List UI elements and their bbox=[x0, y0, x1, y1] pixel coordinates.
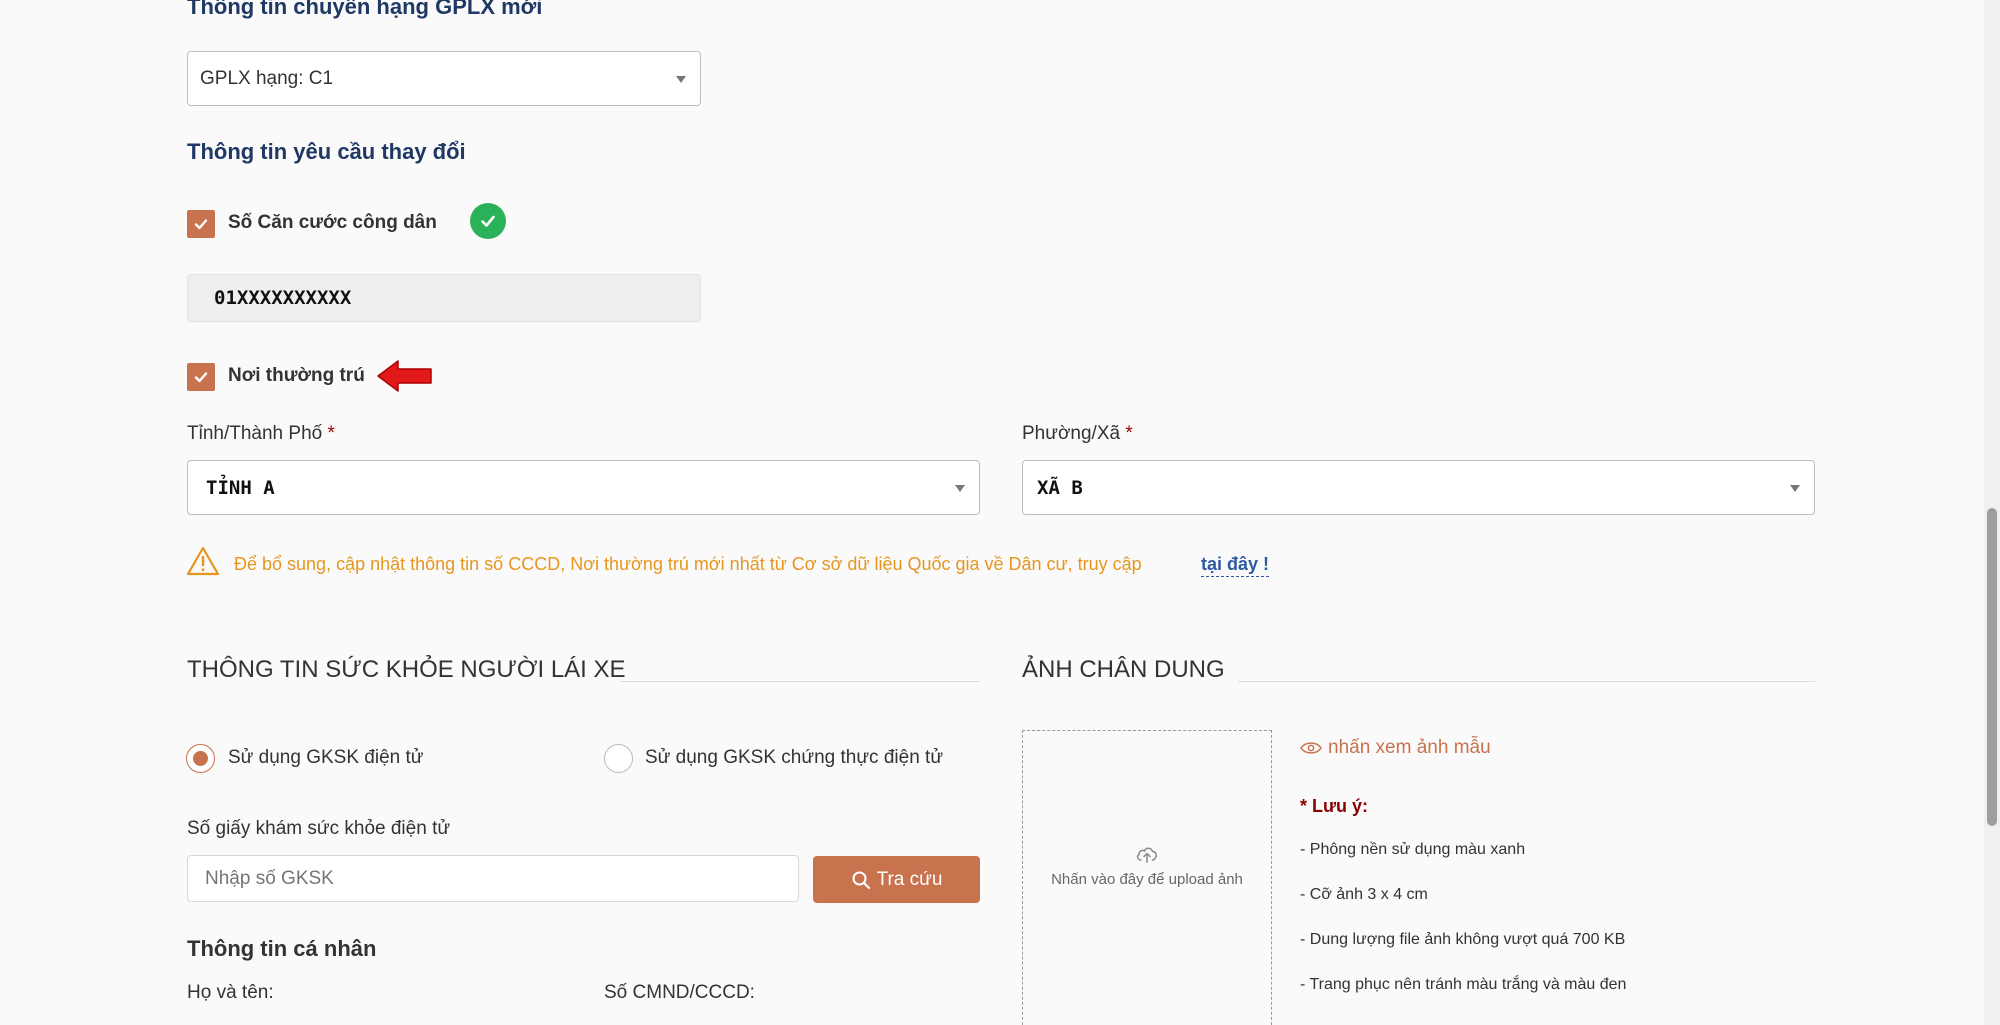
chevron-down-icon bbox=[955, 484, 965, 492]
health-heading-divider bbox=[620, 681, 980, 682]
id-label: Số CMND/CCCD: bbox=[604, 982, 755, 1003]
warning-text: Để bổ sung, cập nhật thông tin số CCCD, … bbox=[234, 554, 1142, 574]
change-request-title: Thông tin yêu cầu thay đổi bbox=[187, 139, 466, 164]
personal-info-title: Thông tin cá nhân bbox=[187, 936, 377, 961]
residence-label: Nơi thường trú bbox=[228, 365, 365, 386]
ward-select[interactable]: XÃ B bbox=[1022, 460, 1815, 515]
portrait-upload-area[interactable]: Nhấn vào đây để upload ảnh bbox=[1022, 730, 1272, 1025]
search-icon bbox=[852, 871, 870, 889]
note-title: * Lưu ý: bbox=[1300, 796, 1369, 816]
radio-electronic-label: Sử dụng GKSK điện tử bbox=[228, 747, 424, 768]
name-label: Họ và tên: bbox=[187, 982, 274, 1003]
red-arrow-icon bbox=[377, 360, 432, 392]
lookup-button[interactable]: Tra cứu bbox=[813, 856, 980, 903]
note-line: - Trang phục nên tránh màu trắng và màu … bbox=[1300, 976, 1627, 993]
residence-checkbox[interactable] bbox=[187, 363, 215, 391]
gksk-input[interactable] bbox=[187, 855, 799, 902]
radio-electronic[interactable] bbox=[186, 744, 215, 773]
cccd-checkbox[interactable] bbox=[187, 210, 215, 238]
upload-text: Nhấn vào đây để upload ảnh bbox=[1051, 871, 1243, 888]
ward-label: Phường/Xã * bbox=[1022, 423, 1133, 444]
cloud-upload-icon bbox=[1136, 847, 1157, 863]
lookup-button-label: Tra cứu bbox=[876, 868, 943, 890]
note-line: - Dung lượng file ảnh không vượt quá 700… bbox=[1300, 931, 1626, 948]
note-line: - Cỡ ảnh 3 x 4 cm bbox=[1300, 886, 1428, 903]
warning-link[interactable]: tại đây ! bbox=[1201, 554, 1270, 577]
eye-icon bbox=[1300, 742, 1322, 754]
radio-certified[interactable] bbox=[604, 744, 633, 773]
radio-certified-label: Sử dụng GKSK chứng thực điện tử bbox=[645, 747, 944, 768]
chevron-down-icon bbox=[676, 75, 686, 83]
verified-check-icon bbox=[470, 203, 506, 239]
province-value: TỈNH A bbox=[206, 476, 275, 499]
cccd-readonly-field: 01XXXXXXXXXX bbox=[187, 274, 701, 322]
warning-icon bbox=[186, 546, 220, 576]
province-label: Tỉnh/Thành Phố * bbox=[187, 423, 335, 444]
check-icon bbox=[194, 372, 208, 383]
health-section-title: THÔNG TIN SỨC KHỎE NGƯỜI LÁI XE bbox=[187, 656, 626, 683]
portrait-heading-divider bbox=[1238, 681, 1815, 682]
cccd-label: Số Căn cước công dân bbox=[228, 212, 437, 233]
license-section-title: Thông tin chuyển hạng GPLX mới bbox=[187, 0, 543, 19]
gksk-label: Số giấy khám sức khỏe điện tử bbox=[187, 818, 451, 839]
note-line: - Phông nền sử dụng màu xanh bbox=[1300, 841, 1526, 858]
check-icon bbox=[194, 219, 208, 230]
scrollbar-track[interactable] bbox=[1984, 0, 2000, 1025]
province-select[interactable]: TỈNH A bbox=[187, 460, 980, 515]
radio-selected-dot bbox=[193, 751, 208, 766]
ward-value: XÃ B bbox=[1037, 476, 1083, 499]
license-class-select[interactable]: GPLX hạng: C1 bbox=[187, 51, 701, 106]
cccd-value: 01XXXXXXXXXX bbox=[214, 287, 352, 309]
license-class-value: GPLX hạng: C1 bbox=[200, 67, 334, 89]
chevron-down-icon bbox=[1790, 484, 1800, 492]
scrollbar-thumb[interactable] bbox=[1987, 508, 1997, 826]
portrait-section-title: ẢNH CHÂN DUNG bbox=[1022, 656, 1225, 683]
sample-photo-link[interactable]: nhấn xem ảnh mẫu bbox=[1300, 737, 1491, 759]
